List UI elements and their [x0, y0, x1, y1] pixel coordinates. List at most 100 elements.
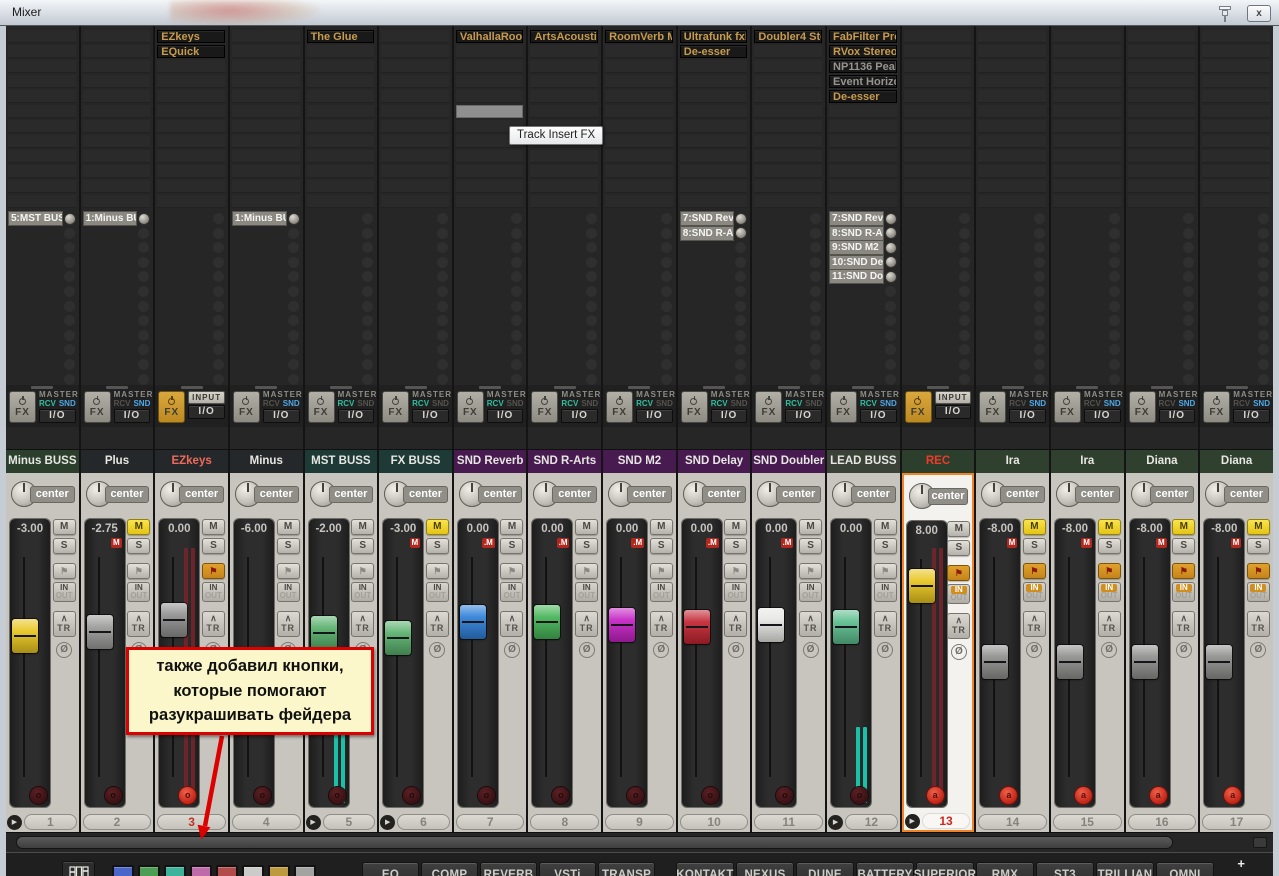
- fx-resize-grip[interactable]: [1076, 386, 1099, 389]
- fx-slot-empty[interactable]: [530, 195, 599, 208]
- solo-button[interactable]: S: [724, 537, 748, 554]
- fx-resize-grip[interactable]: [255, 386, 278, 389]
- fx-slot-empty[interactable]: [157, 195, 225, 208]
- trim-button[interactable]: ∧ TR: [724, 610, 748, 637]
- fx-slot-empty[interactable]: [978, 60, 1046, 73]
- fx-slot-empty[interactable]: [829, 195, 897, 208]
- fx-slot-empty[interactable]: [381, 90, 449, 103]
- send-slot[interactable]: 1:Minus BU: [82, 211, 138, 226]
- record-indicator[interactable]: o: [30, 787, 47, 805]
- fx-resize-grip[interactable]: [1225, 386, 1248, 389]
- track-number[interactable]: 6: [397, 814, 450, 831]
- track-number[interactable]: 15: [1052, 814, 1122, 831]
- record-indicator[interactable]: o: [477, 787, 495, 805]
- fx-resize-grip[interactable]: [1150, 386, 1173, 389]
- solo-button[interactable]: S: [1172, 537, 1196, 554]
- fx-slot[interactable]: Doubler4 Ster: [754, 30, 823, 43]
- record-indicator[interactable]: o: [701, 787, 719, 805]
- trim-button[interactable]: ∧ TR: [52, 610, 76, 637]
- fx-resize-grip[interactable]: [404, 386, 427, 389]
- dock-button-transp[interactable]: TRANSP: [598, 861, 655, 876]
- fx-slot-empty[interactable]: [1127, 150, 1196, 163]
- scrollbar-handle[interactable]: [16, 836, 1173, 849]
- solo-button[interactable]: S: [276, 537, 300, 554]
- fader-handle[interactable]: [908, 568, 935, 603]
- fader-handle[interactable]: [683, 609, 710, 644]
- fx-slot-empty[interactable]: [754, 165, 823, 178]
- fx-slot-empty[interactable]: [1202, 120, 1270, 133]
- monitor-button[interactable]: IN OUT: [724, 581, 748, 602]
- mute-button[interactable]: M: [724, 518, 748, 535]
- fx-slot-empty[interactable]: [231, 180, 300, 193]
- fader-handle[interactable]: [1056, 644, 1083, 679]
- fx-slot-empty[interactable]: [605, 75, 673, 88]
- fx-slot[interactable]: De-esser: [829, 90, 897, 103]
- fader-handle[interactable]: [86, 614, 113, 649]
- fx-slot-empty[interactable]: [157, 60, 225, 73]
- folder-arrow[interactable]: ▶: [380, 814, 396, 830]
- fx-slot-empty[interactable]: [1127, 75, 1196, 88]
- fx-bypass-button[interactable]: FX: [307, 391, 335, 423]
- fx-slot-empty[interactable]: [82, 30, 151, 43]
- track-name[interactable]: Plus: [80, 448, 154, 473]
- fx-bypass-button[interactable]: FX: [904, 391, 932, 423]
- fx-bypass-button[interactable]: FX: [382, 391, 410, 423]
- fx-slot-empty[interactable]: [605, 105, 673, 118]
- phase-button[interactable]: Ø: [950, 643, 967, 660]
- fx-slot-empty[interactable]: [82, 165, 151, 178]
- phase-button[interactable]: Ø: [1175, 641, 1192, 658]
- mixer-view-button[interactable]: [62, 861, 95, 876]
- fx-slot-empty[interactable]: [679, 150, 748, 163]
- fx-slot-empty[interactable]: [530, 180, 599, 193]
- track-name[interactable]: Ira: [1050, 448, 1124, 473]
- fader-track[interactable]: -8.00 Ma: [1129, 518, 1170, 808]
- track-number[interactable]: 16: [1127, 814, 1197, 831]
- monitor-button[interactable]: IN OUT: [500, 581, 524, 602]
- fx-slot-empty[interactable]: [306, 150, 375, 163]
- fx-slot-empty[interactable]: [754, 45, 823, 58]
- fx-slot-empty[interactable]: [754, 60, 823, 73]
- fx-slot-empty[interactable]: [530, 60, 599, 73]
- fx-bypass-button[interactable]: FX: [1203, 391, 1231, 423]
- color-swatch-7[interactable]: [268, 865, 290, 876]
- recarm-button[interactable]: ⚑: [52, 562, 76, 579]
- fx-slot-empty[interactable]: [157, 180, 225, 193]
- fx-slot-empty[interactable]: [306, 180, 375, 193]
- fx-slot-empty[interactable]: [231, 135, 300, 148]
- fx-slot-empty[interactable]: [903, 120, 972, 133]
- fx-bypass-button[interactable]: FX: [606, 391, 634, 423]
- fx-slot-empty[interactable]: [1127, 180, 1196, 193]
- record-indicator[interactable]: o: [253, 787, 271, 805]
- fx-slot-empty[interactable]: [455, 75, 524, 88]
- solo-button[interactable]: S: [500, 537, 524, 554]
- fx-bypass-button[interactable]: FX: [755, 391, 783, 423]
- recarm-button[interactable]: ⚑: [1172, 562, 1196, 579]
- fx-slot-empty[interactable]: [8, 30, 76, 43]
- fx-bypass-button[interactable]: FX: [232, 391, 260, 423]
- recarm-button[interactable]: ⚑: [1022, 562, 1046, 579]
- fx-slot-empty[interactable]: [978, 135, 1046, 148]
- recarm-button[interactable]: ⚑: [873, 562, 897, 579]
- monitor-button[interactable]: IN OUT: [351, 581, 375, 602]
- track-number[interactable]: 9: [605, 814, 674, 831]
- fx-slot-empty[interactable]: [754, 195, 823, 208]
- mute-button[interactable]: M: [52, 518, 76, 535]
- fx-slot-empty[interactable]: [754, 180, 823, 193]
- mute-button[interactable]: M: [201, 518, 225, 535]
- monitor-button[interactable]: IN OUT: [1022, 581, 1046, 602]
- fx-slot-empty[interactable]: [530, 150, 599, 163]
- fx-slot-empty[interactable]: [8, 195, 76, 208]
- fx-slot-empty[interactable]: [903, 45, 972, 58]
- send-slot[interactable]: 1:Minus BU: [231, 211, 287, 226]
- color-swatch-2[interactable]: [138, 865, 160, 876]
- io-button[interactable]: I/O: [262, 409, 300, 423]
- solo-button[interactable]: S: [425, 537, 449, 554]
- solo-button[interactable]: S: [1022, 537, 1046, 554]
- fader-handle[interactable]: [982, 644, 1009, 679]
- fx-bypass-button[interactable]: FX: [456, 391, 484, 423]
- fx-resize-grip[interactable]: [927, 386, 949, 389]
- dock-button-nexus[interactable]: NEXUS: [736, 861, 794, 876]
- solo-button[interactable]: S: [873, 537, 897, 554]
- fx-slot-empty[interactable]: [1052, 120, 1121, 133]
- track-name[interactable]: FX BUSS: [379, 448, 452, 473]
